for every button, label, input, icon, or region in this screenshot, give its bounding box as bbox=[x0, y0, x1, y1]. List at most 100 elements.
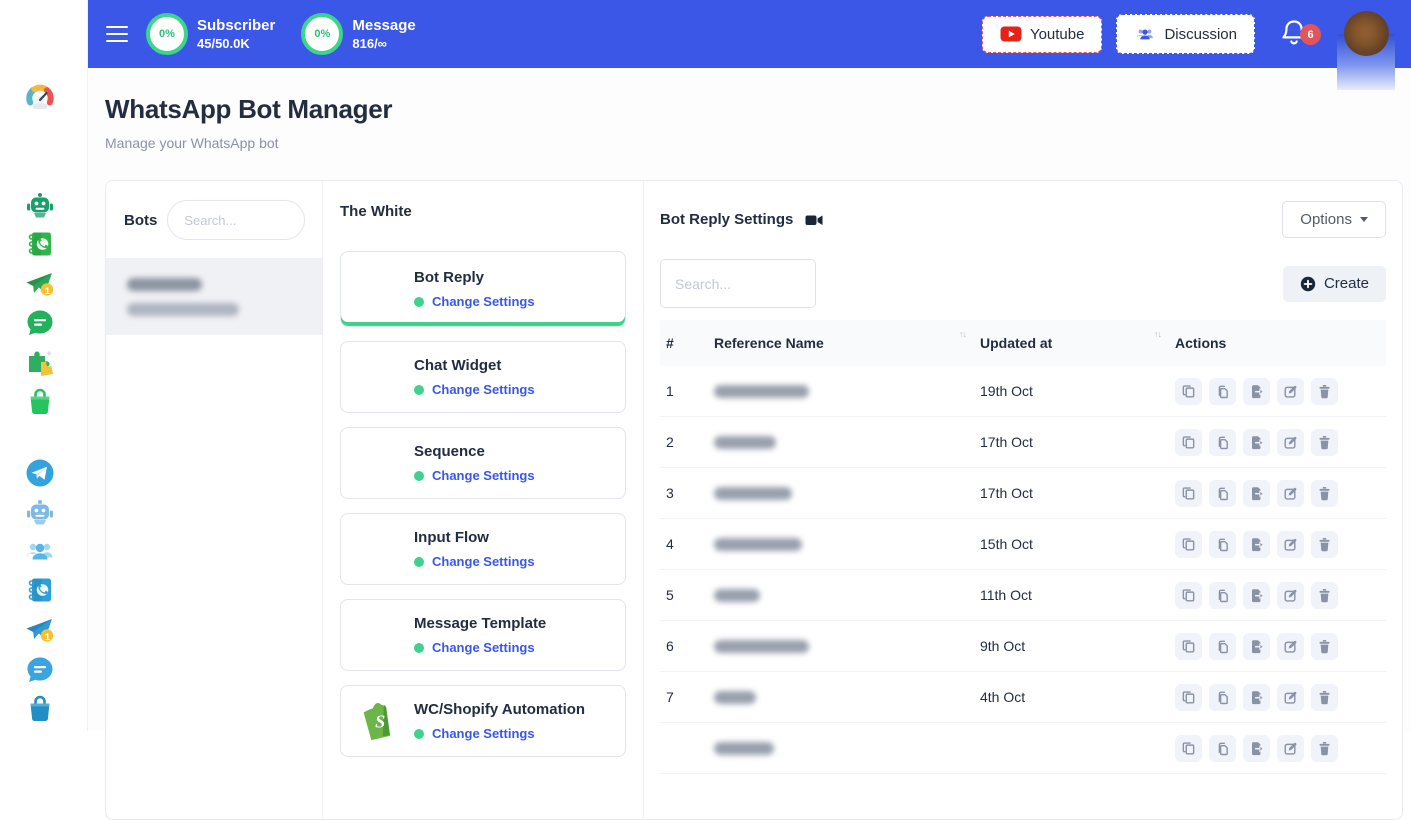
setting-label: Bot Reply bbox=[414, 269, 535, 286]
dashboard-icon[interactable] bbox=[24, 81, 56, 113]
bots-panel-title: Bots bbox=[124, 212, 157, 229]
edit-action-button[interactable] bbox=[1277, 429, 1304, 456]
reference-name-redacted bbox=[714, 742, 774, 755]
create-button-label: Create bbox=[1324, 275, 1369, 292]
status-dot bbox=[414, 729, 424, 739]
copy-action-button[interactable] bbox=[1175, 684, 1202, 711]
message-progress-ring: 0% bbox=[301, 13, 343, 55]
change-settings-link[interactable]: Change Settings bbox=[432, 468, 535, 483]
edit-action-button[interactable] bbox=[1277, 633, 1304, 660]
row-num: 2 bbox=[666, 434, 714, 450]
subscriber-stat: 0% Subscriber 45/50.0K bbox=[146, 13, 275, 55]
telegram-group-icon[interactable] bbox=[24, 535, 56, 567]
bots-panel: Bots bbox=[106, 181, 323, 819]
chat-icon[interactable] bbox=[24, 307, 56, 339]
change-settings-link[interactable]: Change Settings bbox=[432, 382, 535, 397]
delete-action-icon bbox=[1317, 690, 1332, 705]
setting-label: WC/Shopify Automation bbox=[414, 701, 585, 718]
sort-icon[interactable]: ↑↓ bbox=[1154, 329, 1161, 339]
delete-action-button[interactable] bbox=[1311, 582, 1338, 609]
edit-action-button[interactable] bbox=[1277, 582, 1304, 609]
avatar[interactable] bbox=[1344, 11, 1389, 56]
duplicate-action-button[interactable] bbox=[1209, 429, 1236, 456]
delete-action-button[interactable] bbox=[1311, 531, 1338, 558]
duplicate-action-button[interactable] bbox=[1209, 582, 1236, 609]
change-settings-link[interactable]: Change Settings bbox=[432, 554, 535, 569]
setting-card-message-template[interactable]: Message Template Change Settings bbox=[340, 599, 626, 671]
telegram-icon[interactable] bbox=[24, 457, 56, 489]
delete-action-button[interactable] bbox=[1311, 429, 1338, 456]
edit-action-button[interactable] bbox=[1277, 531, 1304, 558]
export-action-button[interactable] bbox=[1243, 429, 1270, 456]
youtube-button[interactable]: Youtube bbox=[982, 16, 1103, 53]
reference-name-redacted bbox=[714, 538, 802, 551]
export-action-button[interactable] bbox=[1243, 684, 1270, 711]
app-sidebar bbox=[0, 0, 88, 731]
bot-list-item-selected[interactable] bbox=[106, 258, 322, 335]
telegram-store-icon[interactable] bbox=[24, 693, 56, 725]
change-settings-link[interactable]: Change Settings bbox=[432, 294, 535, 309]
bot-icon[interactable] bbox=[24, 189, 56, 221]
export-action-button[interactable] bbox=[1243, 633, 1270, 660]
setting-card-input-flow[interactable]: Input Flow Change Settings bbox=[340, 513, 626, 585]
column-num: # bbox=[666, 335, 714, 351]
notifications-button[interactable]: 6 bbox=[1281, 18, 1311, 50]
telegram-contacts-icon[interactable] bbox=[24, 574, 56, 606]
setting-card-shopify-automation[interactable]: WC/Shopify Automation Change Settings bbox=[340, 685, 626, 757]
edit-action-icon bbox=[1283, 537, 1298, 552]
duplicate-action-button[interactable] bbox=[1209, 735, 1236, 762]
telegram-chat-icon[interactable] bbox=[24, 654, 56, 686]
youtube-button-label: Youtube bbox=[1030, 26, 1085, 43]
change-settings-link[interactable]: Change Settings bbox=[432, 640, 535, 655]
export-action-button[interactable] bbox=[1243, 480, 1270, 507]
copy-action-button[interactable] bbox=[1175, 633, 1202, 660]
delete-action-button[interactable] bbox=[1311, 480, 1338, 507]
copy-action-button[interactable] bbox=[1175, 378, 1202, 405]
duplicate-action-button[interactable] bbox=[1209, 633, 1236, 660]
duplicate-action-button[interactable] bbox=[1209, 480, 1236, 507]
export-action-button[interactable] bbox=[1243, 735, 1270, 762]
duplicate-action-button[interactable] bbox=[1209, 378, 1236, 405]
copy-action-button[interactable] bbox=[1175, 531, 1202, 558]
menu-toggle-icon[interactable] bbox=[106, 26, 128, 42]
export-action-button[interactable] bbox=[1243, 531, 1270, 558]
duplicate-action-button[interactable] bbox=[1209, 684, 1236, 711]
change-settings-link[interactable]: Change Settings bbox=[432, 726, 535, 741]
duplicate-action-button[interactable] bbox=[1209, 531, 1236, 558]
delete-action-button[interactable] bbox=[1311, 633, 1338, 660]
edit-action-button[interactable] bbox=[1277, 378, 1304, 405]
broadcast-icon[interactable] bbox=[24, 268, 56, 300]
discussion-button[interactable]: Discussion bbox=[1116, 14, 1255, 54]
delete-action-button[interactable] bbox=[1311, 735, 1338, 762]
setting-card-bot-reply[interactable]: Bot Reply Change Settings bbox=[340, 251, 626, 327]
telegram-bot-icon[interactable] bbox=[24, 496, 56, 528]
bots-search-input[interactable] bbox=[167, 200, 305, 240]
copy-action-button[interactable] bbox=[1175, 480, 1202, 507]
edit-action-button[interactable] bbox=[1277, 480, 1304, 507]
delete-action-button[interactable] bbox=[1311, 684, 1338, 711]
row-actions bbox=[1175, 633, 1386, 660]
sort-icon[interactable]: ↑↓ bbox=[959, 329, 966, 339]
delete-action-icon bbox=[1317, 588, 1332, 603]
setting-card-chat-widget[interactable]: Chat Widget Change Settings bbox=[340, 341, 626, 413]
copy-action-button[interactable] bbox=[1175, 735, 1202, 762]
export-action-button[interactable] bbox=[1243, 378, 1270, 405]
telegram-broadcast-icon[interactable] bbox=[24, 614, 56, 646]
create-button[interactable]: Create bbox=[1283, 266, 1386, 302]
integrations-icon[interactable] bbox=[24, 346, 56, 378]
store-icon[interactable] bbox=[24, 386, 56, 418]
row-updated: 11th Oct bbox=[980, 587, 1175, 603]
whatsapp-icon[interactable] bbox=[24, 149, 56, 181]
delete-action-icon bbox=[1317, 741, 1332, 756]
edit-action-button[interactable] bbox=[1277, 735, 1304, 762]
contacts-icon[interactable] bbox=[24, 228, 56, 260]
options-button[interactable]: Options bbox=[1282, 201, 1386, 238]
bot-detail-title: The White bbox=[340, 203, 626, 220]
export-action-button[interactable] bbox=[1243, 582, 1270, 609]
delete-action-button[interactable] bbox=[1311, 378, 1338, 405]
copy-action-button[interactable] bbox=[1175, 582, 1202, 609]
table-search-input[interactable] bbox=[660, 259, 816, 308]
setting-card-sequence[interactable]: Sequence Change Settings bbox=[340, 427, 626, 499]
copy-action-button[interactable] bbox=[1175, 429, 1202, 456]
edit-action-button[interactable] bbox=[1277, 684, 1304, 711]
